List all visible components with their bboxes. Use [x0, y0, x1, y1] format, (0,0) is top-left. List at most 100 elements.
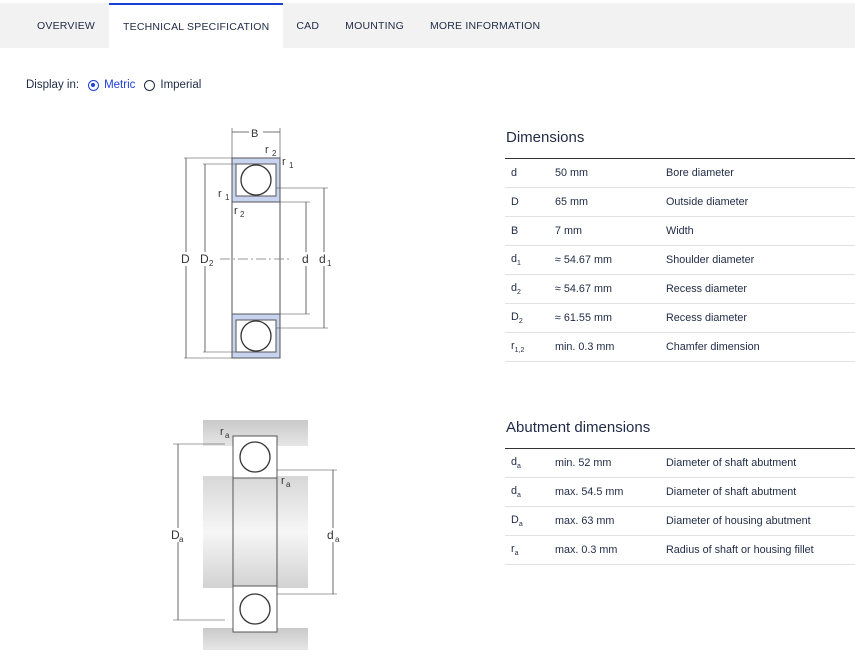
table-row: ra max. 0.3 mm Radius of shaft or housing …: [505, 536, 855, 565]
abutment-ball-bottom: [239, 593, 271, 625]
row-description: Diameter of shaft abutment: [666, 457, 797, 469]
row-description: Bore diameter: [666, 167, 734, 179]
label-D: D: [181, 252, 190, 266]
row-value: 7 mm: [555, 225, 582, 237]
row-value: ≈ 61.55 mm: [555, 312, 612, 324]
abutment-ball-top: [239, 441, 271, 473]
row-value: max. 63 mm: [555, 515, 615, 527]
row-symbol: D2: [505, 311, 555, 325]
label-r2-top-sub: 2: [272, 149, 277, 158]
abutment-title: Abutment dimensions: [506, 419, 651, 436]
label-r2-left: r: [234, 205, 238, 217]
row-symbol-subscript: a: [517, 463, 521, 471]
table-row: D2 ≈ 61.55 mm Recess diameter: [505, 304, 855, 333]
bearing-dimension-drawing: B r 2 r 1 r 1 r 2 D D 2 d d 1: [170, 122, 350, 367]
label-r1-top-sub: 1: [289, 161, 294, 170]
label-d: d: [302, 252, 309, 266]
row-value: 50 mm: [555, 167, 588, 179]
label-ra-top-sub: a: [225, 431, 230, 440]
label-r1-top: r: [282, 156, 286, 168]
tab-technical-specification[interactable]: TECHNICAL SPECIFICATION: [109, 3, 284, 48]
label-B: B: [251, 128, 258, 140]
radio-metric[interactable]: Metric: [88, 79, 135, 91]
row-symbol: d2: [505, 282, 555, 296]
row-symbol: B: [505, 225, 555, 237]
tab-overview[interactable]: OVERVIEW: [0, 3, 109, 48]
row-symbol-letter: D: [511, 196, 519, 208]
row-description: Outside diameter: [666, 196, 749, 208]
row-symbol: d: [505, 167, 555, 179]
label-r2-left-sub: 2: [240, 210, 245, 219]
row-value: 65 mm: [555, 196, 588, 208]
bearing-cross-section: B r 2 r 1 r 1 r 2 D D 2 d d 1: [180, 126, 335, 359]
label-ra-right: r: [281, 475, 285, 487]
abutment-dimension-drawing: r a r a D a d a: [165, 416, 345, 657]
label-ra-right-sub: a: [286, 480, 291, 489]
row-symbol-subscript: a: [517, 492, 521, 500]
row-description: Recess diameter: [666, 312, 748, 324]
table-row: d2 ≈ 54.67 mm Recess diameter: [505, 275, 855, 304]
table-row: d 50 mm Bore diameter: [505, 159, 855, 188]
row-symbol-letter: d: [511, 167, 518, 179]
abutment-table: da min. 52 mm Diameter of shaft abutment da…: [505, 448, 855, 565]
label-r2-top: r: [265, 144, 269, 156]
row-description: Diameter of housing abutment: [666, 515, 811, 527]
table-row: da max. 54.5 mm Diameter of shaft abutment: [505, 478, 855, 507]
table-row: r1,2 min. 0.3 mm Chamfer dimension: [505, 333, 855, 362]
label-da-sub: a: [335, 535, 340, 544]
abutment-cross-section: r a r a D a d a: [170, 420, 343, 650]
row-value: max. 54.5 mm: [555, 486, 624, 498]
table-row: D 65 mm Outside diameter: [505, 188, 855, 217]
row-symbol: r1,2: [505, 340, 555, 354]
tab-more-information[interactable]: MORE INFORMATION: [417, 3, 553, 48]
label-r1-left: r: [218, 188, 222, 200]
label-D2: D: [200, 252, 209, 266]
row-symbol-subscript: 2: [518, 318, 523, 326]
row-value: max. 0.3 mm: [555, 544, 618, 556]
label-Da-sub: a: [179, 535, 184, 544]
label-d1-sub: 1: [327, 259, 332, 268]
unit-toggle: Display in: Metric Imperial: [26, 79, 201, 91]
table-row: da min. 52 mm Diameter of shaft abutment: [505, 449, 855, 478]
row-symbol-subscript: a: [518, 521, 523, 529]
row-symbol: Da: [505, 514, 555, 528]
label-D2-sub: 2: [209, 259, 214, 268]
row-symbol: d1: [505, 253, 555, 267]
row-description: Diameter of shaft abutment: [666, 486, 797, 498]
display-label: Display in:: [26, 79, 80, 91]
table-row: Da max. 63 mm Diameter of housing abutment: [505, 507, 855, 536]
row-description: Recess diameter: [666, 283, 748, 295]
tab-cad[interactable]: CAD: [283, 3, 332, 48]
bearing-ball-bottom: [240, 320, 272, 352]
label-d1: d: [319, 252, 326, 266]
row-symbol: ra: [505, 543, 555, 557]
table-row: B 7 mm Width: [505, 217, 855, 246]
dimensions-title: Dimensions: [506, 129, 585, 146]
row-symbol-letter: D: [511, 513, 519, 526]
label-r1-left-sub: 1: [225, 193, 230, 202]
row-value: min. 52 mm: [555, 457, 612, 469]
radio-imperial[interactable]: Imperial: [144, 79, 201, 91]
tab-bar: OVERVIEW TECHNICAL SPECIFICATION CAD MOU…: [0, 3, 855, 48]
row-symbol-subscript: a: [514, 550, 519, 558]
row-description: Shoulder diameter: [666, 254, 755, 266]
radio-unchecked-icon: [144, 79, 156, 91]
row-description: Width: [666, 225, 694, 237]
tab-mounting[interactable]: MOUNTING: [332, 3, 417, 48]
row-value: ≈ 54.67 mm: [555, 283, 612, 295]
row-symbol-subscript: 1: [517, 260, 521, 268]
row-symbol-letter: B: [511, 225, 519, 237]
radio-checked-icon: [88, 79, 100, 91]
row-symbol-subscript: 1,2: [514, 347, 525, 355]
row-description: Chamfer dimension: [666, 341, 760, 353]
row-symbol: da: [505, 485, 555, 499]
row-symbol: da: [505, 456, 555, 470]
row-symbol-subscript: 2: [517, 289, 521, 297]
label-da: d: [327, 528, 334, 542]
row-description: Radius of shaft or housing fillet: [666, 544, 814, 556]
row-symbol: D: [505, 196, 555, 208]
row-symbol-letter: D: [511, 310, 519, 323]
bearing-ball-top: [240, 164, 272, 196]
label-ra-top: r: [220, 426, 224, 438]
radio-metric-label: Metric: [104, 79, 136, 91]
